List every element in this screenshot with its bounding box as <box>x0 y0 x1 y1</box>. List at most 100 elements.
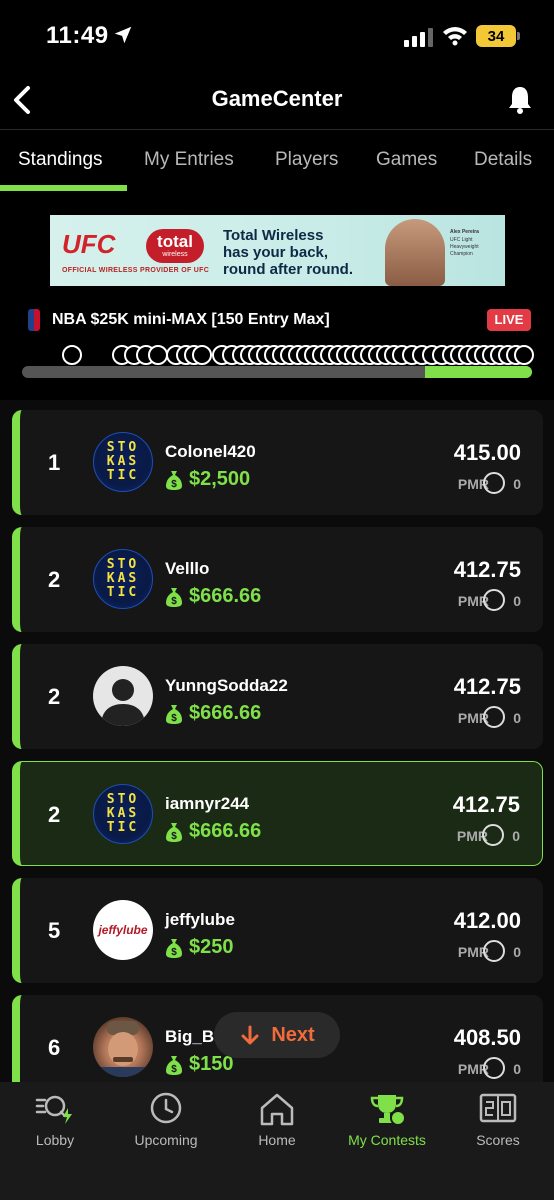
clock-icon <box>150 1092 182 1124</box>
bottom-nav: Lobby Upcoming Home My Contests Scores <box>0 1082 554 1200</box>
cellular-signal-icon <box>404 28 433 47</box>
page-title: GameCenter <box>211 86 343 111</box>
nav-home[interactable]: Home <box>222 1092 332 1148</box>
fantasy-score: 412.75 <box>452 792 520 817</box>
tab-players[interactable]: Players <box>275 149 338 171</box>
pmr-progress-icon <box>482 824 504 846</box>
avatar <box>93 1017 153 1077</box>
winnings-amount: $2,500 <box>189 468 251 490</box>
stokastic-logo: STO KAS TIC <box>106 440 140 483</box>
svg-text:$: $ <box>171 479 177 490</box>
tab-my-entries[interactable]: My Entries <box>144 149 234 171</box>
nav-upcoming[interactable]: Upcoming <box>111 1092 221 1148</box>
fantasy-score: 412.75 <box>453 674 521 699</box>
standings-list[interactable]: 1 STO KAS TIC Colonel420 $ $2,500 415.00 PMR 0 2… <box>0 400 554 1090</box>
winnings-amount: $666.66 <box>189 820 262 842</box>
winnings-amount: $666.66 <box>189 702 262 724</box>
standings-row[interactable]: 2 YunngSodda22 $ $666.66 412.75 PMR 0 <box>12 644 543 749</box>
money-bag-icon: $ <box>166 587 182 607</box>
nav-label: My Contests <box>348 1132 426 1148</box>
total-wireless-logo: total wireless <box>146 229 204 263</box>
trophy-icon <box>370 1095 406 1126</box>
nav-lobby[interactable]: Lobby <box>0 1092 110 1148</box>
standings-row[interactable]: 5 jeffylube jeffylube $ $250 412.00 PMR 0 <box>12 878 543 983</box>
avatar <box>93 666 153 726</box>
pmr-progress-icon <box>483 1057 505 1079</box>
nav-my-contests[interactable]: My Contests <box>332 1092 442 1148</box>
rank: 1 <box>48 450 61 475</box>
tab-details[interactable]: Details <box>474 149 532 171</box>
nav-label: Lobby <box>35 1132 75 1148</box>
ad-headline-line3: round after round. <box>223 261 353 278</box>
ufc-logo: UFC <box>62 229 116 259</box>
svg-text:$: $ <box>171 947 177 958</box>
tab-games[interactable]: Games <box>376 149 437 171</box>
battery-level: 34 <box>487 27 505 45</box>
location-arrow-icon <box>114 26 132 44</box>
ad-tagline: OFFICIAL WIRELESS PROVIDER OF UFC <box>62 267 210 274</box>
bell-icon[interactable] <box>506 84 534 114</box>
standings-row[interactable]: 1 STO KAS TIC Colonel420 $ $2,500 415.00 PMR 0 <box>12 410 543 515</box>
ad-headline-line2: has your back, <box>223 244 329 261</box>
rank: 6 <box>48 1035 61 1060</box>
battery-indicator: 34 <box>476 25 520 47</box>
fantasy-score: 412.00 <box>453 908 521 933</box>
ad-banner[interactable]: UFC total wireless OFFICIAL WIRELESS PRO… <box>50 215 505 286</box>
winnings: $ $150 <box>165 1053 234 1076</box>
pmr-progress-icon <box>483 589 505 611</box>
pmr-value: 0 <box>513 593 521 609</box>
lobby-icon <box>35 1095 72 1124</box>
next-button-label: Next <box>271 1023 315 1046</box>
ad-caption: Champion <box>450 251 473 257</box>
fantasy-score: 408.50 <box>453 1025 521 1050</box>
entry-markers <box>60 345 535 367</box>
contest-name: NBA $25K mini-MAX [150 Entry Max] <box>52 311 330 328</box>
username: jeffylube <box>165 910 235 929</box>
winnings: $ $666.66 <box>165 702 261 725</box>
pmr-progress-icon <box>483 706 505 728</box>
ad-caption: Heavyweight <box>450 244 479 250</box>
fantasy-score: 415.00 <box>453 440 521 465</box>
stokastic-logo: STO KAS TIC <box>106 792 140 835</box>
money-bag-icon: $ <box>166 822 182 842</box>
default-user-icon <box>101 679 145 726</box>
winnings-amount: $150 <box>189 1053 234 1075</box>
entry-marker <box>148 345 168 365</box>
svg-text:$: $ <box>171 1064 177 1075</box>
winnings-amount: $666.66 <box>189 585 262 607</box>
nav-scores[interactable]: Scores <box>443 1092 553 1148</box>
username: iamnyr244 <box>165 794 250 813</box>
next-button[interactable]: Next <box>214 1012 340 1058</box>
money-bag-icon: $ <box>166 938 182 958</box>
home-icon <box>260 1093 294 1126</box>
winnings: $ $2,500 <box>165 468 250 491</box>
status-time: 11:49 <box>46 22 109 49</box>
live-badge: LIVE <box>487 309 531 331</box>
nav-label: Upcoming <box>134 1132 198 1148</box>
nav-label: Home <box>258 1132 296 1148</box>
svg-text:$: $ <box>171 596 177 607</box>
total-logo-text: total <box>157 232 193 251</box>
avatar: STO KAS TIC <box>93 784 153 844</box>
money-bag-icon: $ <box>166 1055 182 1075</box>
pmr-progress-icon <box>483 472 505 494</box>
standings-row[interactable]: 2 STO KAS TIC iamnyr244 $ $666.66 412.75 PMR 0 <box>12 761 543 866</box>
stokastic-logo: STO KAS TIC <box>106 557 140 600</box>
pmr-value: 0 <box>513 710 521 726</box>
username: YunngSodda22 <box>165 676 288 695</box>
rank: 2 <box>48 567 61 592</box>
user-photo <box>93 1021 153 1077</box>
fantasy-score: 412.75 <box>453 557 521 582</box>
contest-progress-fill <box>425 366 532 378</box>
ad-headline-line1: Total Wireless <box>223 227 324 244</box>
avatar: STO KAS TIC <box>93 549 153 609</box>
winnings: $ $666.66 <box>165 585 261 608</box>
entry-marker <box>514 345 534 365</box>
svg-text:$: $ <box>171 713 177 724</box>
tab-standings[interactable]: Standings <box>18 149 103 171</box>
pmr-value: 0 <box>512 828 520 844</box>
standings-row[interactable]: 2 STO KAS TIC Velllo $ $666.66 412.75 PMR 0 <box>12 527 543 632</box>
pmr-value: 0 <box>513 1061 521 1077</box>
active-tab-indicator <box>0 185 127 191</box>
ad-fighter-image <box>385 219 445 286</box>
